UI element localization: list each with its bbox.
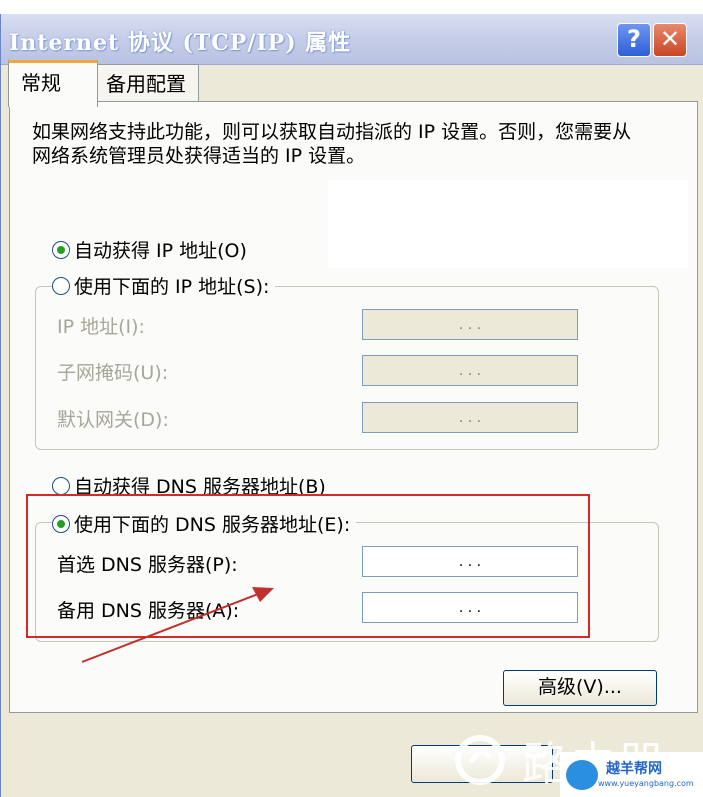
preferred-dns-input[interactable]: . . . <box>362 546 578 577</box>
default-gateway-label: 默认网关(D): <box>57 409 169 431</box>
tab-alternate-config[interactable]: 备用配置 <box>97 64 199 101</box>
router-logo-icon <box>455 735 505 785</box>
general-panel: 如果网络支持此功能，则可以获取自动指派的 IP 设置。否则，您需要从网络系统管理… <box>9 101 698 713</box>
alternate-dns-label: 备用 DNS 服务器(A): <box>57 600 240 622</box>
subnet-mask-label: 子网掩码(U): <box>57 362 169 384</box>
ip-manual-label: 使用下面的 IP 地址(S): <box>74 276 270 298</box>
alternate-dns-value: . . . <box>458 599 482 616</box>
alternate-dns-input[interactable]: . . . <box>362 592 578 623</box>
ip-auto-label: 自动获得 IP 地址(O) <box>74 240 247 262</box>
default-gateway-input[interactable]: . . . <box>362 402 578 433</box>
dns-manual-label: 使用下面的 DNS 服务器地址(E): <box>74 514 351 536</box>
ip-manual-radio[interactable]: 使用下面的 IP 地址(S): <box>52 272 276 299</box>
ip-address-value: . . . <box>458 316 482 333</box>
advanced-button[interactable]: 高级(V)... <box>503 670 657 706</box>
site-badge: 越羊帮网 www.yueyangbang.com <box>560 752 703 797</box>
subnet-mask-input[interactable]: . . . <box>362 355 578 386</box>
description-text: 如果网络支持此功能，则可以获取自动指派的 IP 设置。否则，您需要从网络系统管理… <box>32 121 632 167</box>
subnet-mask-value: . . . <box>458 362 482 379</box>
ip-auto-radio-indicator <box>52 240 70 259</box>
ip-auto-radio[interactable]: 自动获得 IP 地址(O) <box>52 236 253 263</box>
title-bar: Internet 协议 (TCP/IP) 属性 ? ✕ <box>1 14 703 65</box>
dns-auto-label: 自动获得 DNS 服务器地址(B) <box>74 476 326 498</box>
site-name: 越羊帮网 <box>606 761 662 777</box>
dns-manual-radio[interactable]: 使用下面的 DNS 服务器地址(E): <box>52 510 357 537</box>
close-button[interactable]: ✕ <box>653 23 687 57</box>
preferred-dns-value: . . . <box>458 553 482 570</box>
ip-manual-radio-indicator <box>52 276 70 295</box>
preferred-dns-label: 首选 DNS 服务器(P): <box>57 554 238 576</box>
tab-alternate-config-label: 备用配置 <box>106 72 186 96</box>
tab-general[interactable]: 常规 <box>8 60 98 107</box>
ip-address-input[interactable]: . . . <box>362 309 578 340</box>
dns-auto-radio[interactable]: 自动获得 DNS 服务器地址(B) <box>52 472 332 499</box>
blank-area <box>328 180 688 268</box>
tab-general-label: 常规 <box>21 71 61 95</box>
site-url: www.yueyangbang.com <box>598 779 694 788</box>
window-title: Internet 协议 (TCP/IP) 属性 <box>9 30 352 56</box>
dns-manual-radio-indicator <box>52 514 70 533</box>
ip-address-label: IP 地址(I): <box>57 316 145 338</box>
default-gateway-value: . . . <box>458 409 482 426</box>
help-button[interactable]: ? <box>617 23 651 57</box>
site-logo-icon <box>566 760 598 790</box>
dns-auto-radio-indicator <box>52 476 70 495</box>
dns-manual-group <box>35 522 659 642</box>
